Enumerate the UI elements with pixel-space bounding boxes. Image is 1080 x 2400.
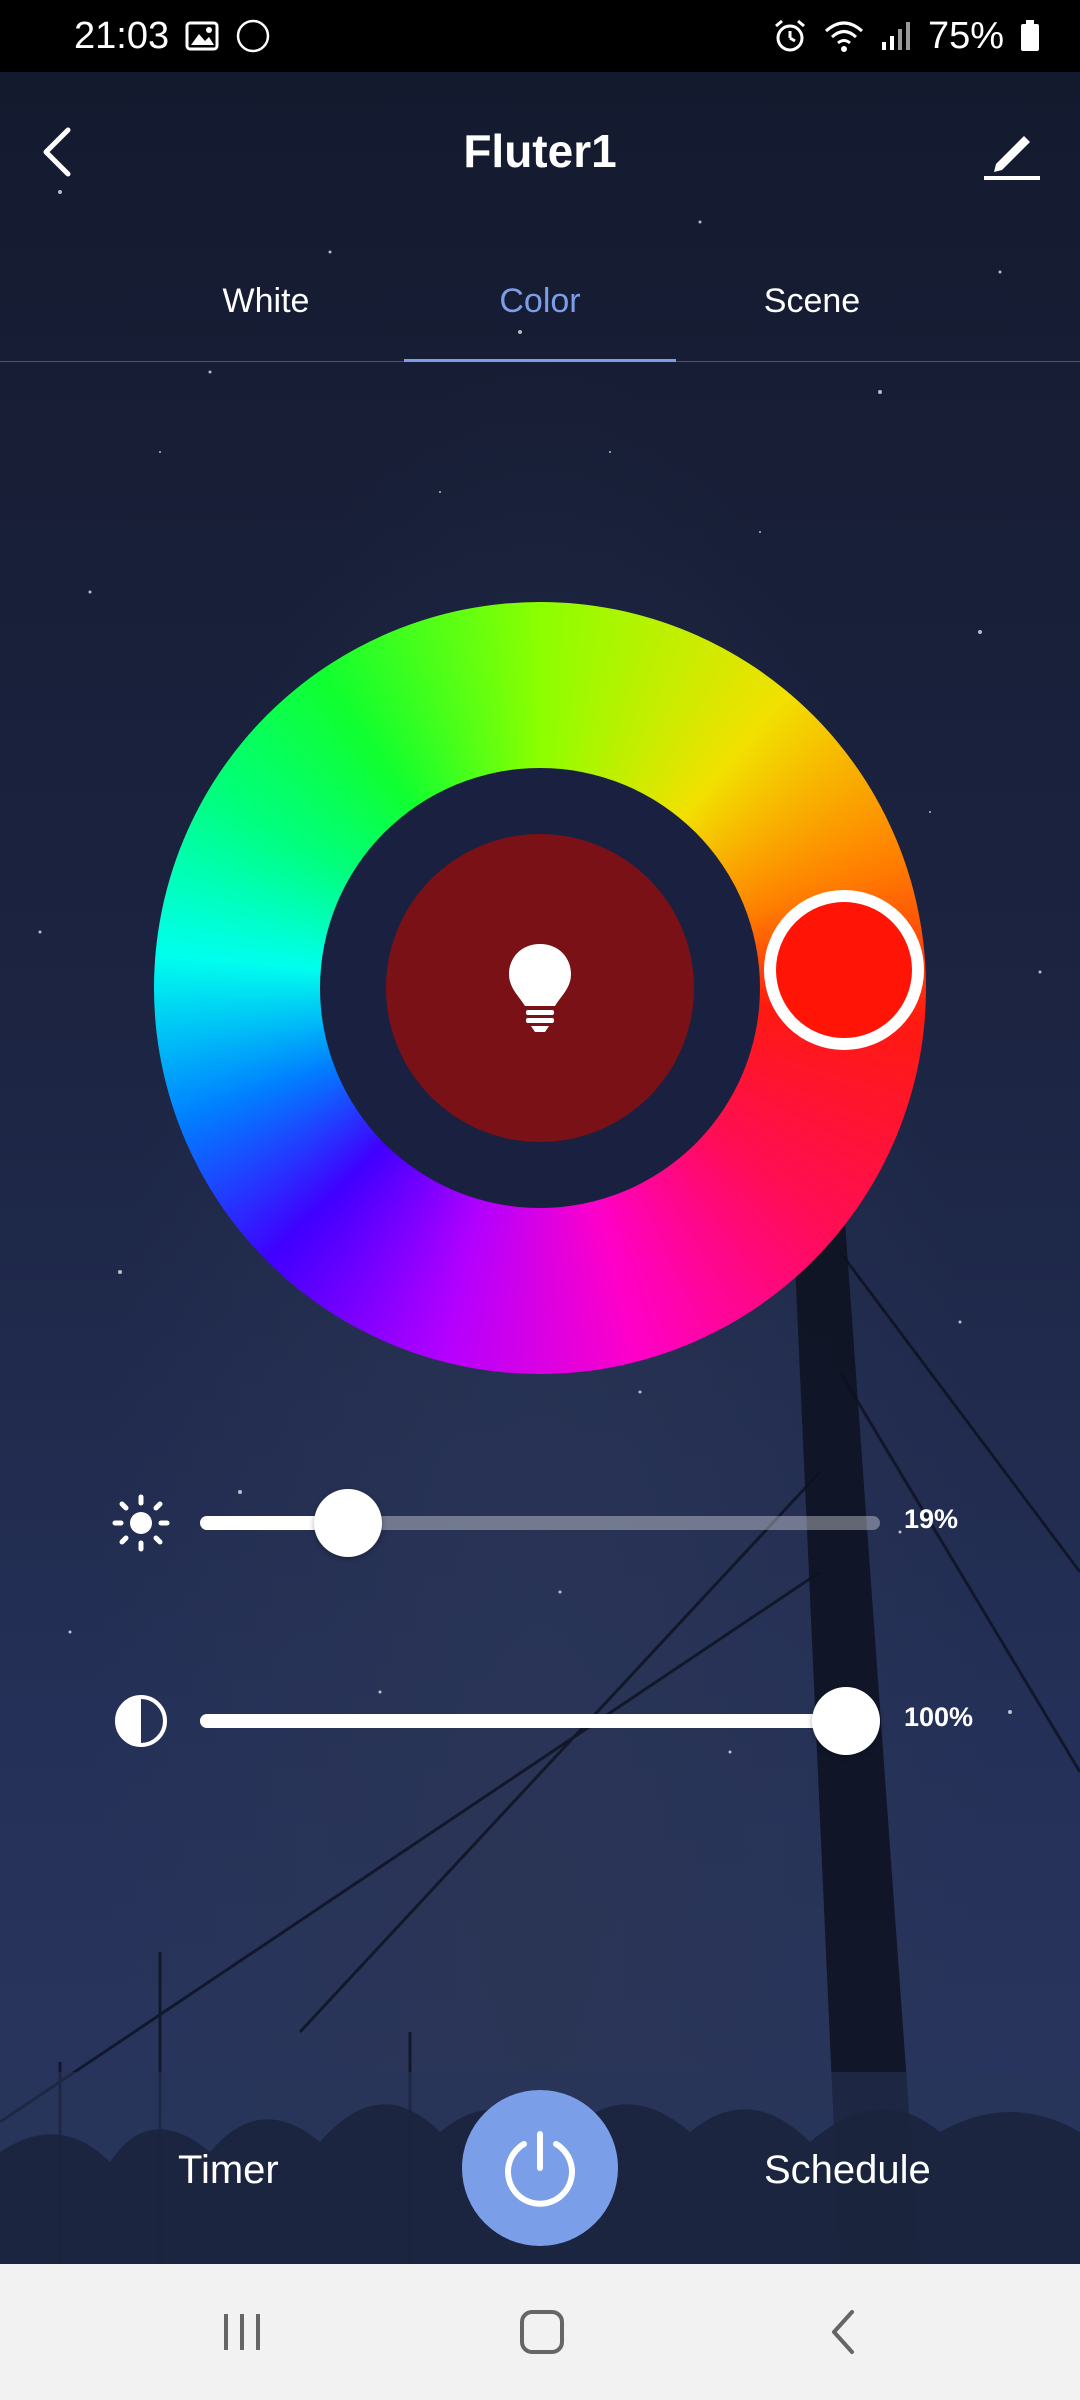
brightness-slider-row: 19% xyxy=(110,1488,1010,1558)
battery-percent: 75% xyxy=(927,14,1004,57)
schedule-button[interactable]: Schedule xyxy=(764,2148,931,2193)
edit-button[interactable] xyxy=(980,122,1044,182)
system-nav-bar xyxy=(0,2264,1080,2400)
brightness-slider[interactable] xyxy=(200,1489,880,1557)
battery-icon xyxy=(1020,20,1040,52)
tab-color[interactable]: Color xyxy=(404,240,676,362)
status-bar: 21:03 75% xyxy=(0,0,1080,72)
power-button[interactable] xyxy=(462,2090,618,2246)
saturation-slider-row: 100% xyxy=(110,1686,1010,1756)
sun-icon xyxy=(110,1492,172,1554)
bulb-icon xyxy=(509,944,571,1032)
color-picker xyxy=(154,602,926,1374)
tab-indicator xyxy=(404,359,676,362)
color-preview xyxy=(386,834,694,1142)
nav-back-button[interactable] xyxy=(814,2304,874,2360)
page-title: Fluter1 xyxy=(463,125,617,177)
app-header: Fluter1 xyxy=(0,72,1080,232)
recents-button[interactable] xyxy=(212,2304,272,2360)
color-selector-handle[interactable] xyxy=(764,890,924,1050)
pencil-icon xyxy=(984,136,1040,180)
home-button[interactable] xyxy=(512,2304,572,2360)
saturation-slider[interactable] xyxy=(200,1687,880,1755)
signal-icon xyxy=(880,20,912,52)
tab-white[interactable]: White xyxy=(130,240,402,362)
badge-icon xyxy=(235,18,271,54)
status-time: 21:03 xyxy=(74,14,170,57)
wifi-icon xyxy=(824,19,864,53)
back-icon xyxy=(832,2310,854,2354)
brightness-thumb[interactable] xyxy=(314,1489,382,1557)
tab-bar: White Color Scene xyxy=(0,240,1080,362)
tab-scene[interactable]: Scene xyxy=(676,240,948,362)
saturation-fill xyxy=(200,1714,846,1728)
image-icon xyxy=(185,21,219,51)
saturation-value: 100% xyxy=(904,1702,974,1732)
contrast-icon xyxy=(110,1690,172,1752)
power-icon xyxy=(505,2131,575,2207)
home-icon xyxy=(520,2310,564,2354)
bottom-action-bar: Timer Schedule xyxy=(0,2072,1080,2264)
saturation-thumb[interactable] xyxy=(812,1687,880,1755)
timer-button[interactable]: Timer xyxy=(178,2148,279,2193)
recents-icon xyxy=(224,2314,260,2350)
alarm-icon xyxy=(772,18,808,54)
brightness-value: 19% xyxy=(904,1504,959,1534)
